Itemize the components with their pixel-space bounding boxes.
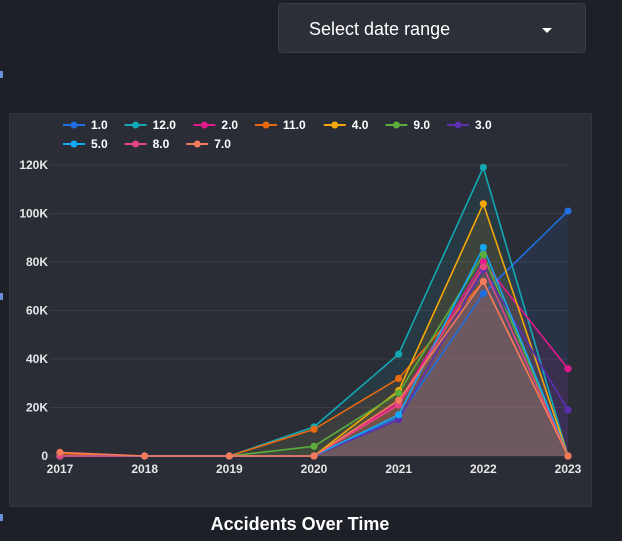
x-tick-label: 2017 [47,462,74,476]
data-point [564,406,572,414]
legend-item: 4.0 [323,118,369,132]
legend-item: 12.0 [124,118,177,132]
y-tick-label: 0 [41,449,48,463]
legend-item: 5.0 [63,137,108,151]
legend-item: 8.0 [124,137,170,151]
legend-label: 9.0 [413,118,430,132]
y-tick-label: 40K [26,352,48,366]
data-point [564,207,572,215]
y-tick-label: 60K [26,304,48,318]
data-point [479,289,487,298]
x-tick-label: 2023 [555,462,582,476]
legend-label: 8.0 [153,137,170,151]
data-point [479,200,487,208]
legend-item: 7.0 [186,137,231,151]
data-point [56,448,64,456]
legend-swatch-dot [70,121,78,129]
legend-label: 7.0 [214,137,231,151]
legend-swatch-dot [262,121,270,129]
data-point [310,442,318,450]
legend-swatch-dot [193,140,201,148]
data-point [141,452,149,460]
legend-item: 11.0 [255,118,306,132]
data-point [479,251,487,259]
y-tick-label: 80K [26,255,48,269]
data-point [479,243,487,252]
data-point [395,396,403,404]
data-point [310,425,318,433]
legend-swatch-dot [392,121,400,129]
legend-swatch-dot [70,140,78,148]
chart-title: Accidents Over Time [210,514,390,534]
data-point [310,452,318,460]
data-point [564,365,572,373]
legend-item: 1.0 [63,118,108,132]
dashboard-page: Select date range 0 20K 40K 60K 80K 100K 120K 2… [0,0,622,541]
data-point [395,350,403,358]
legend-label: 12.0 [153,118,177,132]
legend-swatch-dot [454,121,462,129]
legend-label: 2.0 [221,118,238,132]
legend-label: 4.0 [352,118,369,132]
y-tick-label: 20K [26,401,48,415]
legend-item: 9.0 [385,118,430,132]
legend-swatch-dot [200,121,208,129]
legend-label: 11.0 [283,118,306,132]
x-tick-label: 2022 [470,462,497,476]
data-point [395,411,403,419]
data-point [479,163,487,172]
x-tick-label: 2018 [131,462,158,476]
legend-label: 5.0 [91,137,108,151]
y-tick-label: 120K [19,158,48,172]
legend-item: 3.0 [447,118,492,132]
data-point [479,263,487,271]
legend-label: 3.0 [475,118,492,132]
x-tick-label: 2020 [301,462,328,476]
y-tick-label: 100K [19,207,48,221]
data-point [395,374,403,382]
x-tick-label: 2019 [216,462,243,476]
data-point [395,389,403,397]
x-tick-label: 2021 [385,462,412,476]
legend-swatch-dot [331,121,339,129]
legend-swatch-dot [132,121,140,129]
line-chart: 0 20K 40K 60K 80K 100K 120K 2017 2018 2019 2020 202… [19,118,582,476]
data-point [225,452,233,460]
legend-swatch-dot [132,140,140,148]
data-point [479,277,487,285]
data-point [564,452,572,460]
legend-label: 1.0 [91,118,108,132]
legend-item: 2.0 [193,118,238,132]
